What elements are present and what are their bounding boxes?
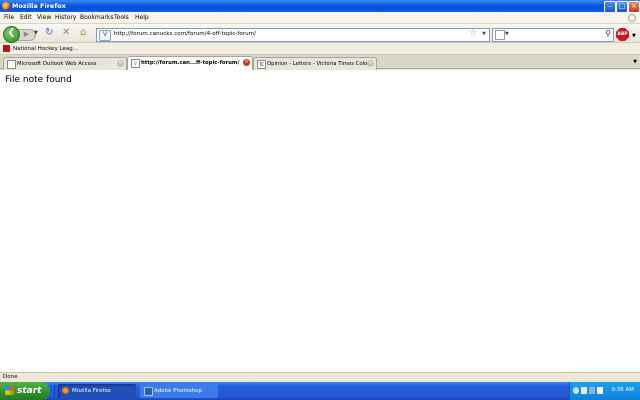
security-icon[interactable] [589,387,595,394]
history-dropdown-icon[interactable]: ▼ [34,30,38,36]
reload-icon[interactable]: ↻ [45,28,53,38]
menu-file[interactable]: File [4,14,14,21]
taskbar-separator [54,385,55,397]
stop-icon[interactable]: ✕ [62,28,70,38]
home-icon[interactable]: ⌂ [80,28,86,38]
page-message: File note found [5,75,72,85]
bookmark-star-icon[interactable]: ☆ [469,28,477,38]
page-content: File note found [0,70,640,372]
bookmarks-toolbar: National Hockey Leag... [0,43,640,55]
photoshop-icon [144,387,153,396]
window-title: Mozilla Firefox [12,2,66,10]
menu-history[interactable]: History [55,14,76,21]
menu-bookmarks[interactable]: Bookmarks [80,14,114,21]
navigation-toolbar: ▶ ❮ ▼ ↻ ✕ ⌂ V http://forum.canucks.com/f… [0,24,640,43]
window-titlebar[interactable]: Mozilla Firefox – □ × [0,0,640,13]
taskbar-item-firefox[interactable]: Mozilla Firefox [58,384,136,398]
display-icon[interactable] [581,387,587,394]
start-button[interactable]: start [0,382,50,400]
search-engine-dropdown-icon[interactable]: ▼ [505,31,509,37]
search-engine-icon[interactable] [495,30,505,40]
status-bar: Done [0,372,640,382]
taskbar: start Mozilla Firefox Adobe Photoshop 9:… [0,382,640,400]
network-icon[interactable] [573,387,579,394]
tab-outlook[interactable]: Microsoft Outlook Web Access × [3,57,127,70]
volume-icon[interactable] [597,387,603,394]
adblock-dropdown-icon[interactable]: ▼ [632,33,636,39]
tab-canucks-forum[interactable]: V http://forum.can...ff-topic-forum/ × [127,56,253,70]
firefox-icon [2,2,10,10]
menu-bar: File Edit View History Bookmarks Tools H… [0,12,640,24]
menu-view[interactable]: View [37,14,51,21]
clock: 9:36 AM [611,387,634,393]
firefox-icon [62,387,69,394]
search-icon[interactable]: ⚲ [605,29,611,38]
page-icon [7,60,16,69]
tab-close-icon[interactable]: × [367,60,374,67]
taskbar-item-label: Mozilla Firefox [72,388,111,394]
system-tray: 9:36 AM [569,382,640,400]
tab-bar: Microsoft Outlook Web Access × V http://… [0,55,640,70]
throbber-icon [628,14,636,22]
tab-close-icon[interactable]: × [117,60,124,67]
start-label: start [17,386,42,396]
taskbar-item-photoshop[interactable]: Adobe Photoshop [140,384,218,398]
menu-tools[interactable]: Tools [114,14,129,21]
canucks-favicon-icon: V [131,59,140,68]
tab-close-icon[interactable]: × [243,59,250,66]
tab-times-colonist[interactable]: TC Opinion - Letters - Victoria Times Co… [253,57,377,70]
tab-label: Microsoft Outlook Web Access [17,61,97,67]
site-favicon-icon: V [99,30,111,41]
tab-label: Opinion - Letters - Victoria Times Colon… [267,61,367,67]
menu-edit[interactable]: Edit [20,14,32,21]
tab-list-icon[interactable]: ▼ [633,59,637,65]
taskbar-item-label: Adobe Photoshop [154,388,203,394]
status-text: Done [3,374,18,380]
adblock-plus-icon[interactable]: ABP [616,28,629,41]
url-dropdown-icon[interactable]: ▼ [482,31,486,37]
back-button[interactable]: ❮ [3,26,20,43]
bookmark-item[interactable]: National Hockey Leag... [13,46,78,52]
tab-label: http://forum.can...ff-topic-forum/ [141,60,240,66]
url-bar[interactable]: V http://forum.canucks.com/forum/4-off-t… [96,28,490,42]
menu-help[interactable]: Help [135,14,149,21]
url-text[interactable]: http://forum.canucks.com/forum/4-off-top… [114,31,256,37]
search-bar[interactable]: ▼ ⚲ [492,28,614,42]
windows-logo-icon [5,386,14,395]
nhl-favicon-icon [3,45,10,52]
tc-favicon-icon: TC [257,60,266,69]
